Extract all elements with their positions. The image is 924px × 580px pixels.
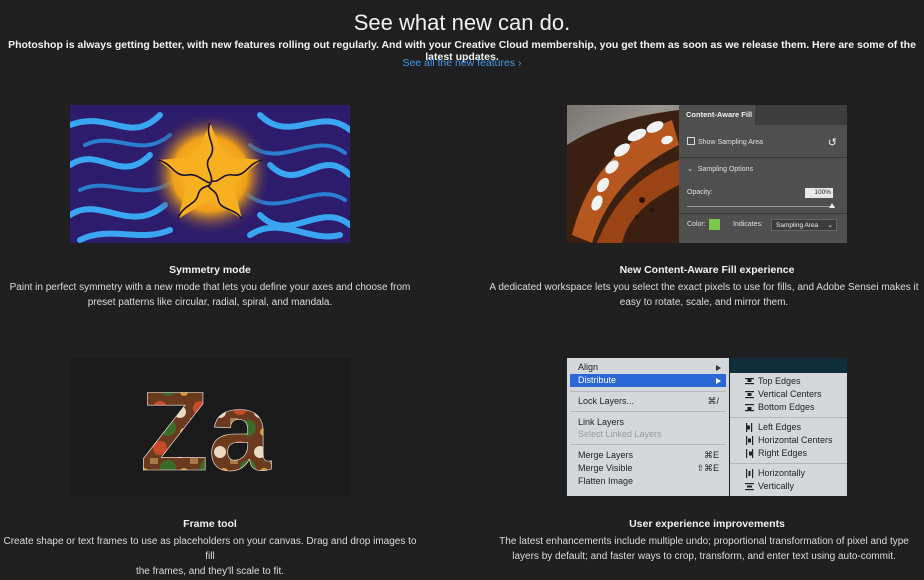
feature-desc-content-aware-fill: A dedicated workspace lets you select th… [484, 280, 924, 310]
feature-desc-ux-improvements: The latest enhancements include multiple… [484, 534, 924, 564]
menu-top-band [730, 358, 847, 373]
feature-desc-frame-tool: Create shape or text frames to use as pl… [0, 534, 420, 579]
frame-text-za: Za [140, 369, 271, 494]
opacity-slider-handle[interactable] [829, 203, 835, 208]
distribute-top-icon [745, 378, 754, 385]
feature-desc-line: Create shape or text frames to use as pl… [3, 536, 417, 562]
menu-item-merge-layers[interactable]: Merge Layers [578, 450, 633, 460]
submenu-item-horizontal-centers[interactable]: Horizontal Centers [758, 435, 833, 445]
feature-desc-line: the frames, and they'll scale to fit. [135, 566, 285, 577]
indicates-dropdown[interactable]: Sampling Area ⌄ [771, 219, 837, 231]
menu-separator [730, 463, 847, 464]
frame-tool-artwork: Za Za [70, 358, 350, 496]
frame-tool-image: Za Za [70, 358, 350, 496]
butterfly-wing-image [567, 110, 679, 243]
menu-separator [570, 444, 726, 445]
show-sampling-label: Show Sampling Area [698, 138, 763, 146]
show-sampling-checkbox[interactable] [687, 137, 695, 145]
feature-desc-line: preset patterns like circular, radial, s… [87, 297, 333, 308]
distribute-vertically-icon [745, 483, 754, 491]
submenu-item-top-edges[interactable]: Top Edges [758, 376, 801, 386]
feature-desc-line: Paint in perfect symmetry with a new mod… [9, 282, 411, 293]
shortcut-merge-visible: ⇧⌘E [696, 463, 719, 473]
menu-item-select-linked-layers: Select Linked Layers [578, 429, 662, 439]
submenu-item-right-edges[interactable]: Right Edges [758, 448, 807, 458]
menu-separator [570, 391, 726, 392]
submenu-arrow-icon [716, 365, 721, 371]
feature-desc-line: A dedicated workspace lets you select th… [489, 282, 919, 293]
submenu-arrow-icon [716, 378, 721, 384]
sampling-options-label: Sampling Options [697, 166, 754, 173]
distribute-left-icon [746, 423, 753, 432]
feature-desc-line: easy to rotate, scale, and mirror them. [619, 297, 789, 308]
butterfly-photo [567, 105, 679, 243]
see-all-features-link[interactable]: See all the new features › [0, 57, 924, 69]
shortcut-merge-layers: ⌘E [703, 450, 719, 460]
menu-item-lock-layers[interactable]: Lock Layers... [578, 396, 634, 406]
opacity-input[interactable]: 100% [805, 188, 833, 198]
feature-title-ux-improvements: User experience improvements [629, 518, 785, 530]
distribute-bottom-icon [745, 404, 754, 412]
feature-desc-symmetry: Paint in perfect symmetry with a new mod… [0, 280, 420, 310]
distribute-vcenter-icon [745, 391, 754, 399]
shortcut-lock-layers: ⌘/ [707, 396, 719, 406]
submenu-item-vertically[interactable]: Vertically [758, 481, 794, 491]
tab-content-aware-fill[interactable]: Content-Aware Fill [679, 105, 755, 125]
submenu-item-vertical-centers[interactable]: Vertical Centers [758, 389, 822, 399]
feature-title-frame-tool: Frame tool [183, 518, 237, 530]
feature-title-symmetry: Symmetry mode [169, 264, 251, 276]
menu-item-align[interactable]: Align [578, 362, 598, 372]
menu-item-link-layers[interactable]: Link Layers [578, 417, 624, 427]
opacity-label: Opacity: [687, 189, 713, 196]
feature-desc-line: layers by default; and faster ways to cr… [512, 551, 896, 562]
menu-separator [570, 411, 726, 412]
symmetry-artwork [70, 105, 350, 243]
chevron-down-icon: ⌄ [687, 166, 693, 173]
menu-item-merge-visible[interactable]: Merge Visible [578, 463, 632, 473]
ux-improvements-image: Align Distribute Lock Layers... ⌘/ Link … [567, 358, 847, 496]
opacity-slider[interactable] [687, 206, 835, 207]
indicates-dropdown-value: Sampling Area [776, 222, 819, 229]
reset-icon[interactable]: ↺ [828, 136, 837, 149]
symmetry-mode-image [70, 105, 350, 243]
feature-desc-line: The latest enhancements include multiple… [499, 536, 909, 547]
sampling-options-header[interactable]: ⌄ Sampling Options [687, 165, 753, 173]
layer-menu: Align Distribute Lock Layers... ⌘/ Link … [567, 358, 729, 496]
menu-item-flatten-image[interactable]: Flatten Image [578, 476, 633, 486]
divider [679, 157, 847, 158]
distribute-right-icon [746, 449, 754, 458]
menu-item-distribute[interactable]: Distribute [578, 375, 616, 385]
show-sampling-row[interactable]: Show Sampling Area [687, 137, 763, 146]
chevron-down-icon: ⌄ [827, 222, 833, 229]
distribute-submenu: Top Edges Vertical Centers Bottom Edges … [730, 373, 847, 496]
content-aware-fill-image: Content-Aware Fill Show Sampling Area ↺ … [567, 105, 847, 243]
color-label: Color: [687, 221, 706, 228]
color-swatch[interactable] [709, 219, 720, 230]
divider [679, 213, 847, 214]
distribute-horizontally-icon [746, 469, 754, 478]
menu-separator [730, 417, 847, 418]
distribute-hcenter-icon [746, 436, 754, 445]
page-title: See what new can do. [353, 10, 571, 35]
feature-title-content-aware-fill: New Content-Aware Fill experience [619, 264, 795, 276]
submenu-item-left-edges[interactable]: Left Edges [758, 422, 801, 432]
content-aware-fill-panel: Content-Aware Fill Show Sampling Area ↺ … [679, 105, 847, 243]
submenu-item-bottom-edges[interactable]: Bottom Edges [758, 402, 815, 412]
indicates-label: Indicates: [733, 221, 763, 228]
submenu-item-horizontally[interactable]: Horizontally [758, 468, 805, 478]
